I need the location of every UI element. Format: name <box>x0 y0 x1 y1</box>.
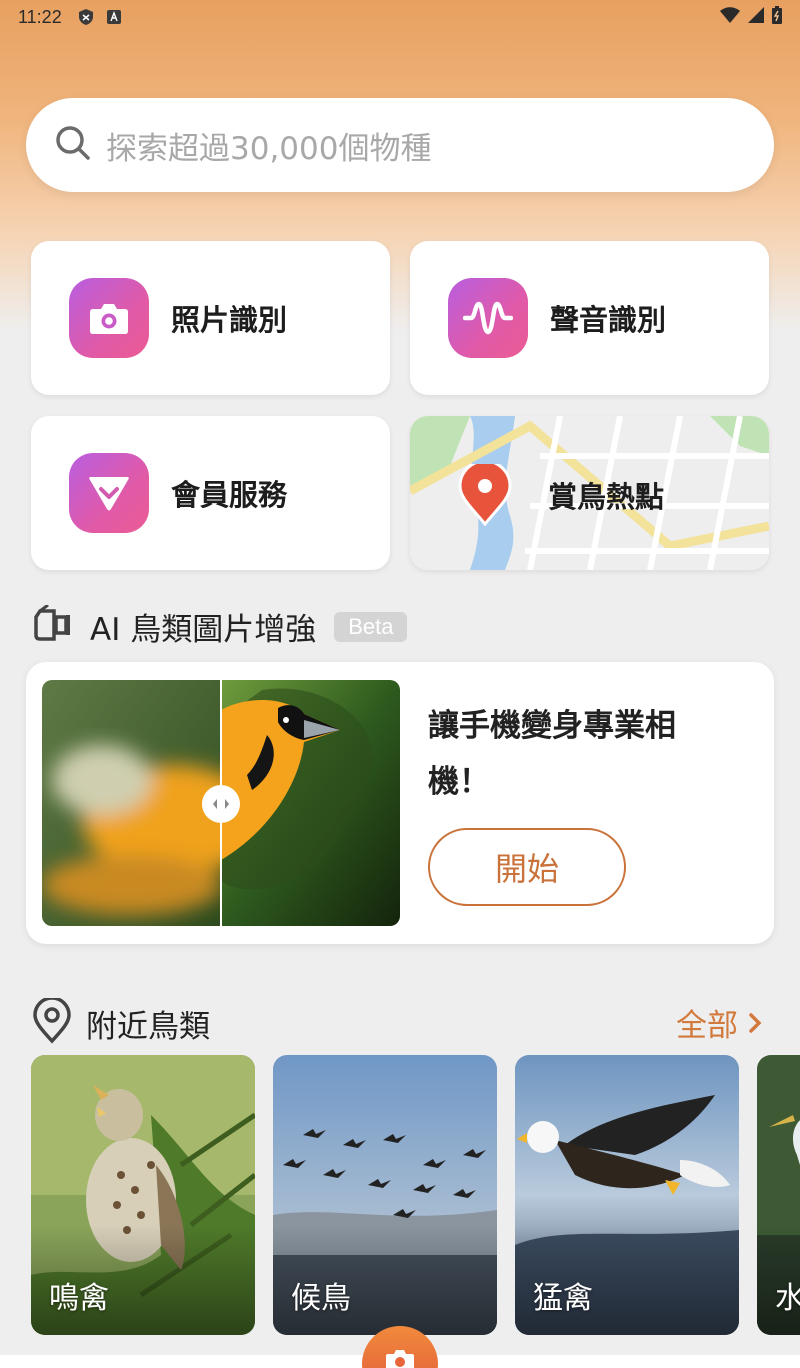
sound-id-card[interactable]: 聲音識別 <box>410 241 769 395</box>
beta-badge: Beta <box>334 611 408 642</box>
signal-icon <box>748 6 764 28</box>
category-label: 鳴禽 <box>49 1281 109 1316</box>
before-after-comparison[interactable] <box>42 680 400 926</box>
wifi-icon <box>720 6 740 28</box>
nearby-birds-title: 附近鳥類 <box>86 1008 210 1045</box>
species-search-bar[interactable]: 探索超過30,000個物種 <box>26 98 774 192</box>
chevron-right-icon <box>748 1012 762 1034</box>
ai-enhance-header: AI 鳥類圖片增強 Beta <box>32 603 408 649</box>
heart-diamond-icon <box>69 453 149 533</box>
location-pin-icon <box>458 459 512 530</box>
status-bar: 11:22 <box>0 0 800 34</box>
see-all-label: 全部 <box>676 1008 738 1044</box>
battery-icon <box>772 5 782 29</box>
membership-card[interactable]: 會員服務 <box>31 416 390 570</box>
photo-id-label: 照片識別 <box>171 303 288 337</box>
nearby-birds-header: 附近鳥類 <box>32 996 210 1048</box>
location-pin-outline-icon <box>32 996 72 1048</box>
photo-id-card[interactable]: 照片識別 <box>31 241 390 395</box>
camera-lens-icon <box>32 603 76 649</box>
ai-promo-text: 讓手機變身專業相機！ <box>428 708 676 800</box>
category-label: 水 <box>775 1281 800 1316</box>
category-card-waterbirds[interactable]: 水 <box>757 1055 800 1335</box>
status-time: 11:22 <box>18 6 62 27</box>
hotspots-label: 賞鳥熱點 <box>548 480 665 514</box>
sound-wave-icon <box>448 278 528 358</box>
category-card-migratory[interactable]: 候鳥 <box>273 1055 497 1335</box>
search-placeholder: 探索超過30,000個物種 <box>106 130 432 167</box>
membership-label: 會員服務 <box>171 478 288 512</box>
category-label: 猛禽 <box>533 1281 593 1316</box>
category-label: 候鳥 <box>291 1281 351 1316</box>
category-card-songbirds[interactable]: 鳴禽 <box>31 1055 255 1335</box>
search-icon <box>54 124 92 166</box>
see-all-link[interactable]: 全部 <box>676 1000 762 1045</box>
ai-enhance-title: AI 鳥類圖片增強 <box>90 612 317 648</box>
category-card-raptors[interactable]: 猛禽 <box>515 1055 739 1335</box>
birding-hotspots-card[interactable]: 賞鳥熱點 <box>410 416 769 570</box>
ai-enhance-card[interactable]: 讓手機變身專業相機！ 開始 <box>26 662 774 944</box>
start-button[interactable]: 開始 <box>428 828 626 906</box>
app-notification-icon <box>106 9 122 25</box>
camera-icon <box>385 1348 415 1368</box>
sound-id-label: 聲音識別 <box>550 303 667 337</box>
camera-icon <box>69 278 149 358</box>
shield-icon <box>78 9 94 25</box>
